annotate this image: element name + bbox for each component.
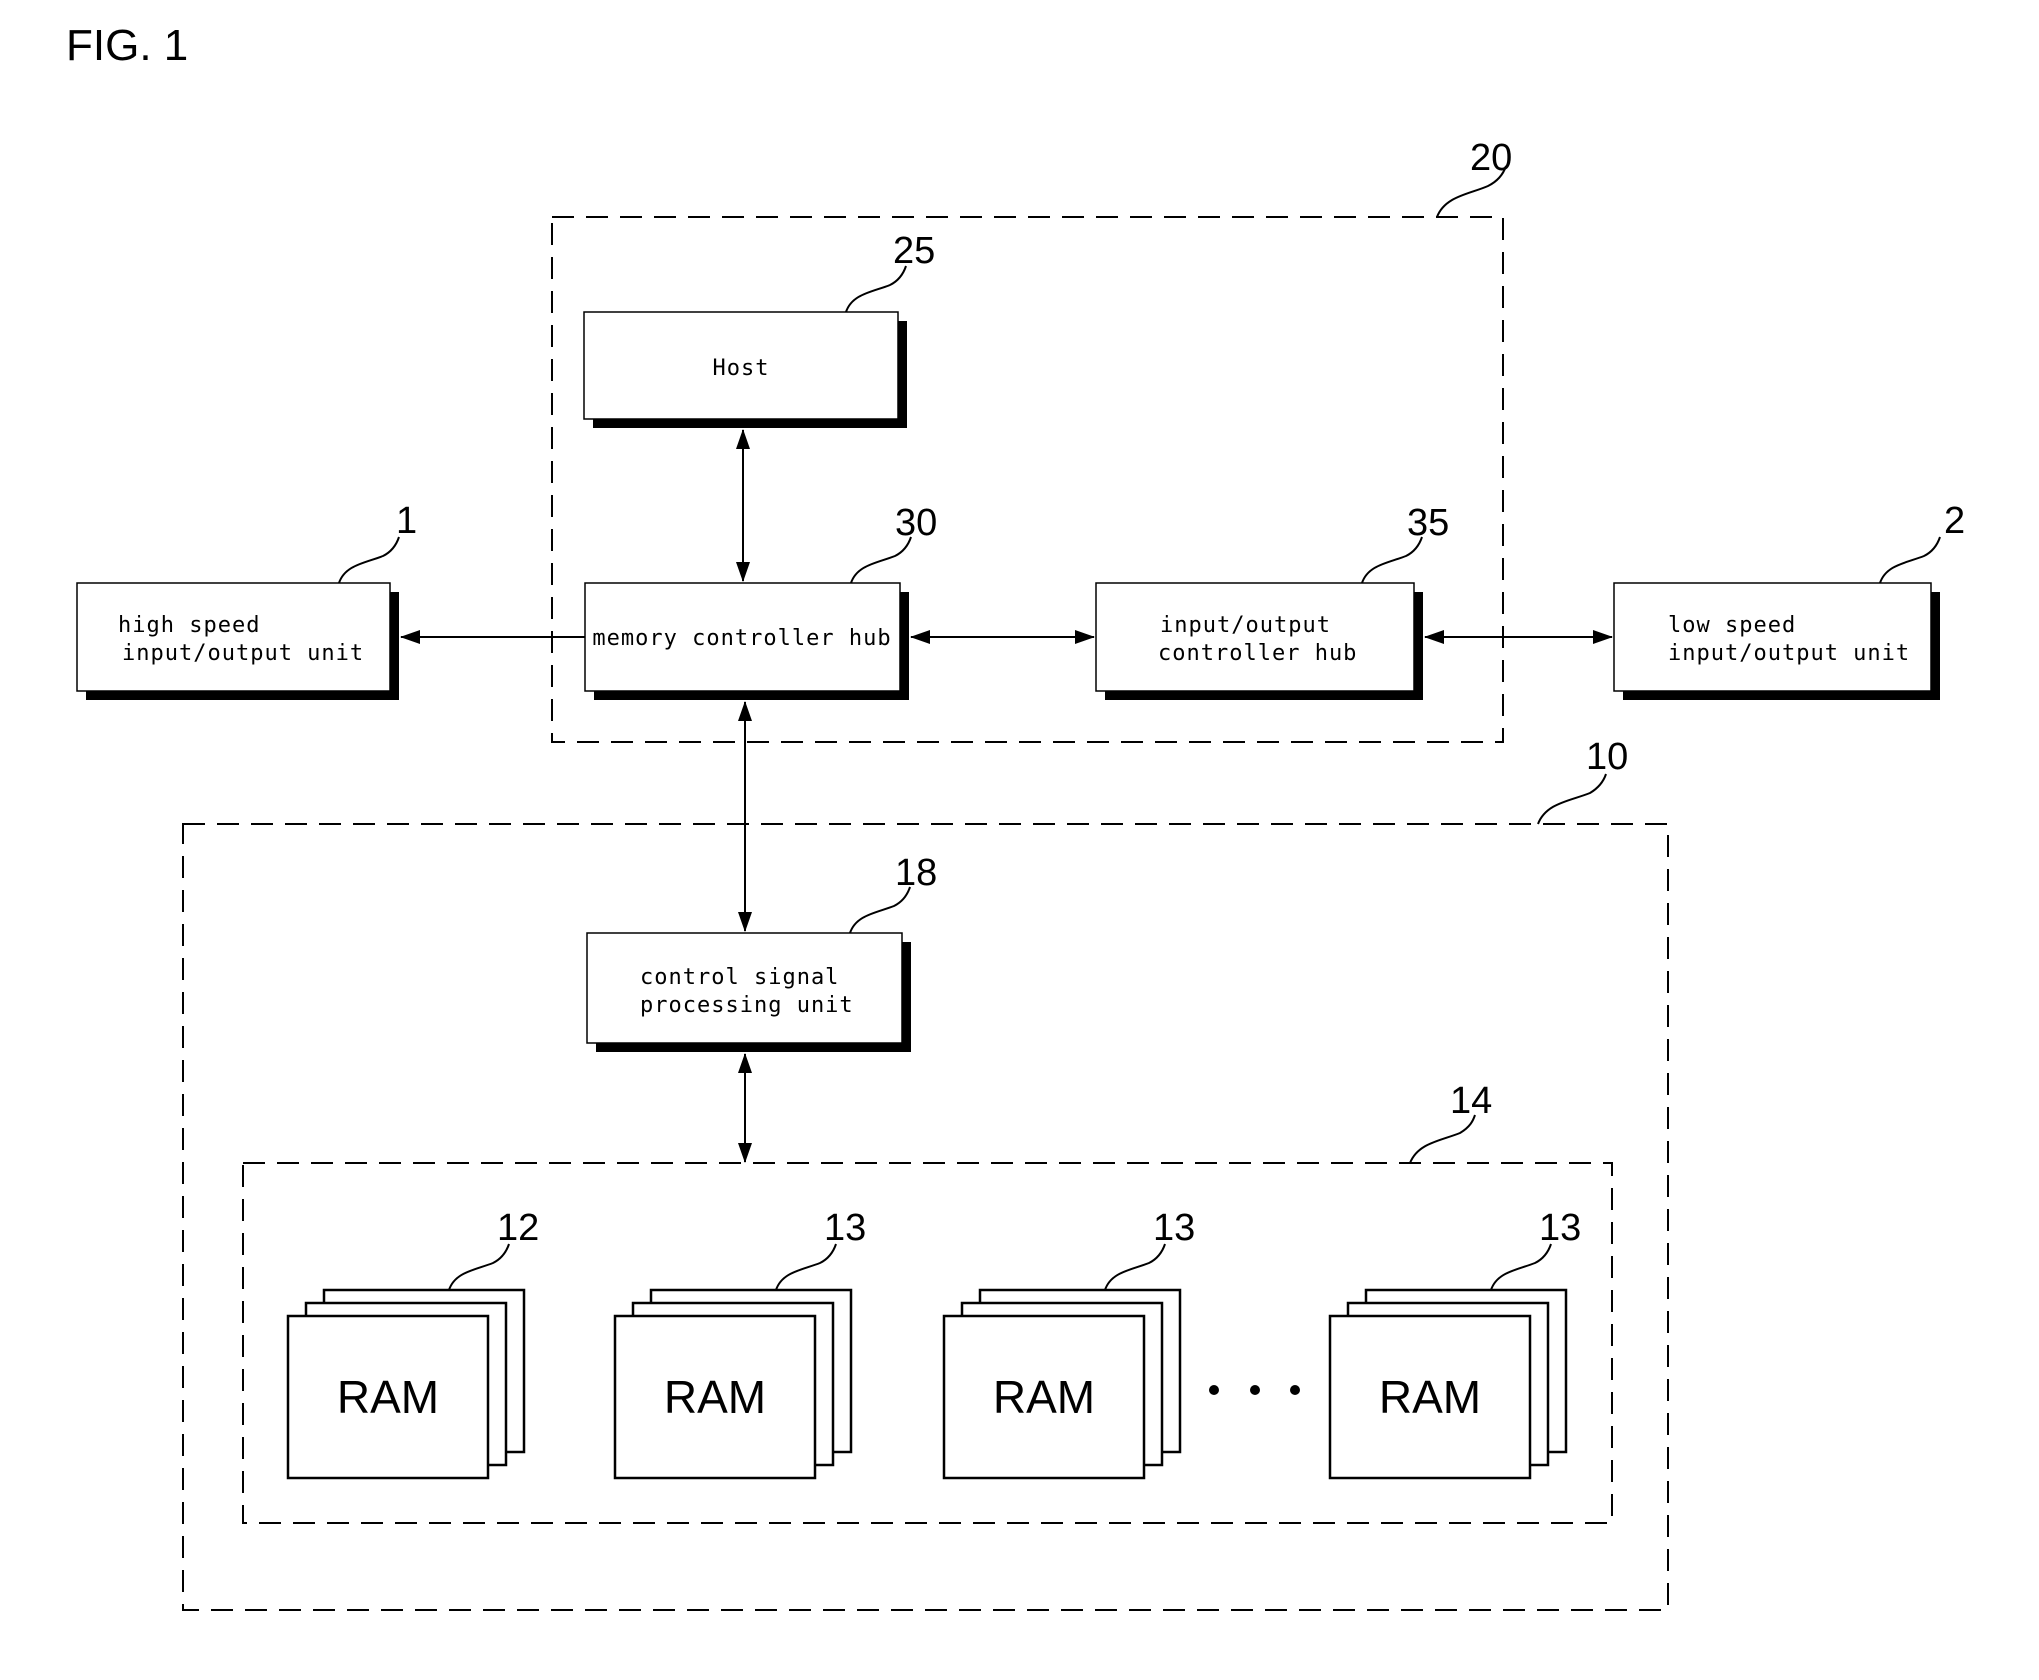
memory-module-border [182, 823, 1669, 1611]
ram-stack[interactable]: RAM 13 [613, 1207, 866, 1480]
ellipsis-dots [1209, 1385, 1300, 1395]
ram-ref-label: 13 [1153, 1207, 1195, 1249]
high-speed-io-label-line2: input/output unit [122, 641, 364, 666]
ioch-block[interactable]: input/output controller hub 35 [1095, 502, 1449, 700]
cspu-ref-label: 18 [895, 852, 937, 894]
ram-ref-label: 12 [497, 1207, 539, 1249]
ram-leader-line [775, 1243, 837, 1291]
host-block[interactable]: Host 25 [583, 230, 935, 428]
mch-ref-label: 30 [895, 502, 937, 544]
ram-label: RAM [664, 1371, 766, 1423]
mch-block[interactable]: memory controller hub 30 [584, 502, 937, 700]
high-speed-io-label-line1: high speed [118, 613, 260, 638]
low-speed-io-block[interactable]: low speed input/output unit 2 [1613, 500, 1965, 700]
ioch-label-line2: controller hub [1158, 641, 1357, 666]
mch-label: memory controller hub [592, 626, 891, 651]
low-speed-io-label-line2: input/output unit [1668, 641, 1910, 666]
ram-stack[interactable]: RAM 12 [286, 1207, 539, 1480]
ram-leader-line [1490, 1243, 1552, 1291]
ram-label: RAM [1379, 1371, 1481, 1423]
figure-title: FIG. 1 [66, 21, 188, 70]
low-speed-io-leader-line [1879, 536, 1941, 584]
host-leader-line [845, 265, 907, 313]
host-label: Host [713, 356, 770, 381]
ram-label: RAM [337, 1371, 439, 1423]
ram-array-leader-line [1409, 1114, 1476, 1164]
high-speed-io-block[interactable]: high speed input/output unit 1 [76, 500, 417, 700]
ellipsis-dot [1290, 1385, 1300, 1395]
cspu-label-line2: processing unit [640, 993, 854, 1018]
diagram-canvas: FIG. 1 20 10 14 Host 25 memory controlle… [66, 21, 1965, 1611]
ioch-ref-label: 35 [1407, 502, 1449, 544]
low-speed-io-ref-label: 2 [1944, 500, 1965, 542]
high-speed-io-leader-line [338, 536, 400, 584]
ram-stack[interactable]: RAM 13 [1328, 1207, 1581, 1480]
ram-leader-line [1104, 1243, 1166, 1291]
ram-ref-label: 13 [824, 1207, 866, 1249]
low-speed-io-label-line1: low speed [1668, 613, 1796, 638]
ram-array-ref-label: 14 [1450, 1080, 1492, 1122]
memory-module-ref-label: 10 [1586, 736, 1628, 778]
ram-label: RAM [993, 1371, 1095, 1423]
system-ref-label: 20 [1470, 137, 1512, 179]
ram-stacks: RAM 12 RAM 13 RAM 13 RAM 13 [286, 1207, 1581, 1480]
ellipsis-dot [1250, 1385, 1260, 1395]
high-speed-io-ref-label: 1 [396, 500, 417, 542]
ellipsis-dot [1209, 1385, 1219, 1395]
host-ref-label: 25 [893, 230, 935, 272]
cspu-label-line1: control signal [640, 965, 839, 990]
ioch-label-line1: input/output [1160, 613, 1331, 638]
ram-stack[interactable]: RAM 13 [942, 1207, 1195, 1480]
ram-leader-line [448, 1243, 510, 1291]
cspu-block[interactable]: control signal processing unit 18 [586, 852, 937, 1052]
memory-module-leader-line [1537, 773, 1607, 825]
ram-ref-label: 13 [1539, 1207, 1581, 1249]
